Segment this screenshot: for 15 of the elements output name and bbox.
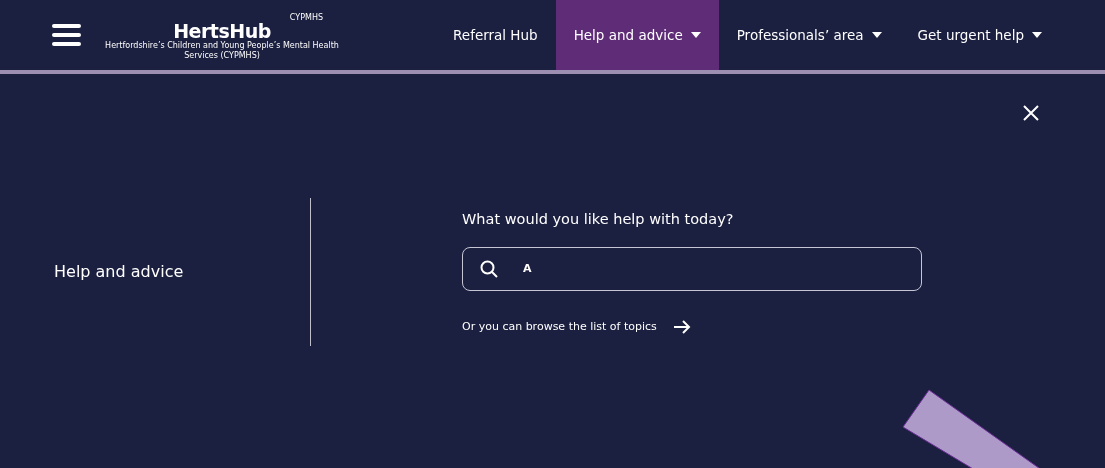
panel-title: Help and advice <box>53 261 185 283</box>
nav-tab[interactable]: Professionals’ area <box>718 0 900 70</box>
arrow-right-icon[interactable] <box>672 319 691 334</box>
nav-tab[interactable]: Get urgent help <box>899 0 1060 70</box>
logo-overline: CYPMHS <box>289 14 323 23</box>
nav-tab[interactable]: Help and advice <box>555 0 719 70</box>
logo-wordmark[interactable]: HertsHub <box>173 22 271 42</box>
close-icon <box>1023 104 1039 121</box>
search-question: What would you like help with today? <box>462 209 735 229</box>
browse-topics-link[interactable]: Or you can browse the list of topics <box>462 318 657 336</box>
menu-icon[interactable] <box>52 24 81 46</box>
logo-tagline: Hertfordshire’s Children and Young People’s Mental Health Services (CYPMHS) <box>104 41 340 60</box>
nav-tab[interactable]: Referral Hub <box>435 0 556 70</box>
search-field[interactable]: A <box>462 246 922 291</box>
search-icon <box>480 259 498 278</box>
